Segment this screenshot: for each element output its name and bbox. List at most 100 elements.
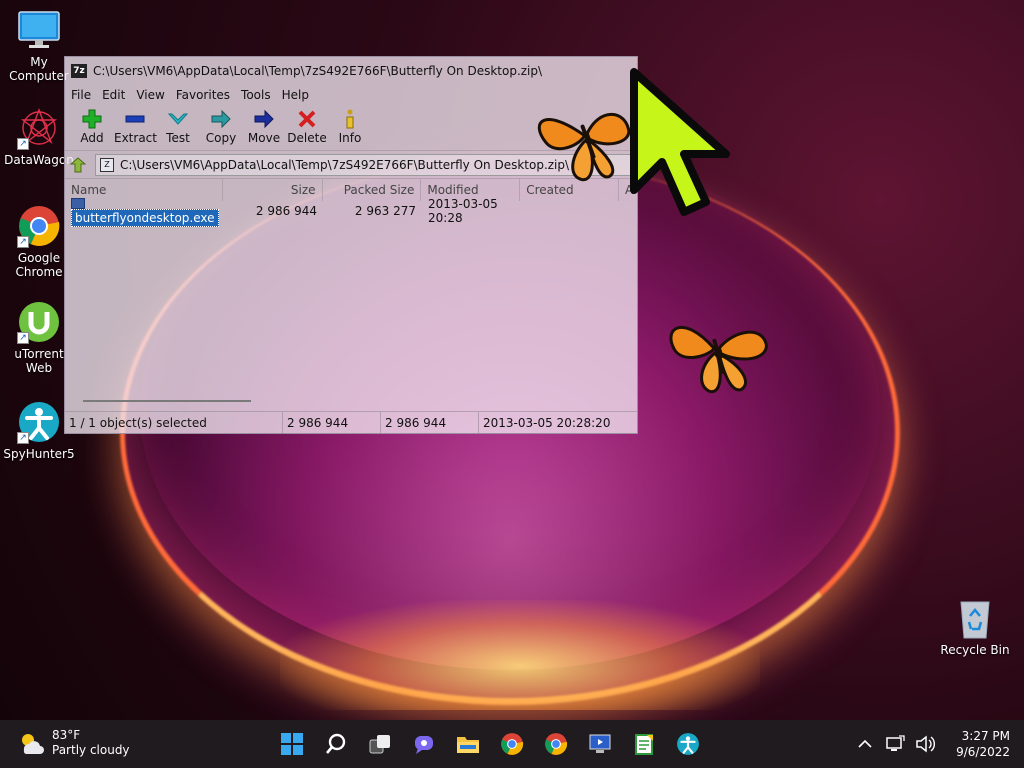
exe-file-icon bbox=[71, 198, 85, 209]
taskbar-apps bbox=[276, 728, 716, 760]
add-label: Add bbox=[80, 131, 104, 145]
menu-file[interactable]: File bbox=[67, 88, 98, 102]
notepad-icon bbox=[635, 734, 653, 755]
monitor-icon bbox=[17, 8, 61, 52]
file-modified: 2013-03-05 20:28 bbox=[428, 197, 498, 225]
clock-time: 3:27 PM bbox=[961, 729, 1010, 743]
shortcut-arrow-icon: ↗ bbox=[17, 332, 29, 344]
start-button[interactable] bbox=[276, 728, 308, 760]
desktop-icon-recycle-bin[interactable]: Recycle Bin bbox=[936, 596, 1014, 657]
info-icon bbox=[329, 107, 371, 131]
clock[interactable]: 3:27 PM 9/6/2022 bbox=[956, 728, 1010, 760]
task-view-icon bbox=[369, 735, 390, 754]
add-button[interactable]: Add bbox=[71, 107, 113, 145]
network-button[interactable] bbox=[884, 733, 906, 755]
status-selection: 1 / 1 object(s) selected bbox=[65, 411, 283, 434]
chrome-taskbar-button[interactable] bbox=[496, 728, 528, 760]
file-row[interactable]: butterflyondesktop.exe 2 986 944 2 963 2… bbox=[65, 197, 637, 227]
info-button[interactable]: Info bbox=[329, 107, 371, 145]
file-size: 2 986 944 bbox=[255, 204, 317, 218]
horizontal-scrollbar[interactable] bbox=[83, 400, 251, 402]
taskbar: 83°F Partly cloudy 3:27 PM 9/6/2022 bbox=[0, 720, 1024, 768]
menu-help[interactable]: Help bbox=[278, 88, 316, 102]
folder-up-icon[interactable] bbox=[69, 156, 87, 174]
move-button[interactable]: Move bbox=[243, 107, 285, 145]
delete-button[interactable]: Delete bbox=[286, 107, 328, 145]
status-modified: 2013-03-05 20:28:20 bbox=[483, 415, 611, 430]
desktop-icon-label: Recycle Bin bbox=[940, 643, 1010, 657]
copy-arrow-icon bbox=[200, 107, 242, 131]
move-label: Move bbox=[247, 131, 281, 145]
chrome-taskbar-button-2[interactable] bbox=[540, 728, 572, 760]
test-label: Test bbox=[166, 131, 190, 145]
folder-icon bbox=[457, 737, 479, 753]
datawagon-icon: ↗ bbox=[17, 106, 61, 150]
remote-desktop-icon bbox=[589, 734, 611, 753]
status-bar: 1 / 1 object(s) selected 2 986 944 2 986… bbox=[65, 411, 637, 434]
show-hidden-icons-button[interactable] bbox=[854, 733, 876, 755]
chat-icon bbox=[415, 736, 433, 754]
butterfly-image bbox=[537, 113, 631, 182]
utorrent-icon: ↗ bbox=[17, 300, 61, 344]
extract-button[interactable]: Extract bbox=[114, 107, 157, 145]
menu-tools[interactable]: Tools bbox=[237, 88, 278, 102]
chevron-up-icon bbox=[858, 739, 872, 748]
chrome-icon: ↗ bbox=[17, 204, 61, 248]
column-size[interactable]: Size bbox=[223, 179, 323, 201]
windows-logo-icon bbox=[281, 733, 303, 755]
task-view-button[interactable] bbox=[364, 728, 396, 760]
move-arrow-icon bbox=[243, 107, 285, 131]
system-tray: 3:27 PM 9/6/2022 bbox=[850, 720, 1024, 768]
7zip-icon: 7z bbox=[71, 64, 87, 78]
column-packed-size[interactable]: Packed Size bbox=[323, 179, 422, 201]
zip-file-icon: Z bbox=[100, 157, 114, 172]
shortcut-arrow-icon: ↗ bbox=[17, 432, 29, 444]
delete-label: Delete bbox=[287, 131, 327, 145]
recycle-bin-icon bbox=[953, 596, 997, 640]
test-button[interactable]: Test bbox=[157, 107, 199, 145]
menu-favorites[interactable]: Favorites bbox=[172, 88, 237, 102]
clock-date: 9/6/2022 bbox=[956, 745, 1010, 759]
chat-button[interactable] bbox=[408, 728, 440, 760]
checkmark-icon bbox=[157, 107, 199, 131]
menu-edit[interactable]: Edit bbox=[98, 88, 132, 102]
chrome-icon bbox=[501, 733, 524, 755]
search-icon bbox=[326, 733, 346, 754]
status-size: 2 986 944 bbox=[283, 411, 381, 434]
weather-widget[interactable]: 83°F Partly cloudy bbox=[18, 728, 130, 758]
file-packed-size: 2 963 277 bbox=[354, 204, 416, 218]
network-icon bbox=[886, 735, 905, 751]
copy-label: Copy bbox=[205, 131, 237, 145]
extract-label: Extract bbox=[114, 131, 157, 145]
spyhunter-icon: ↗ bbox=[17, 400, 61, 444]
file-name-cell: butterflyondesktop.exe bbox=[65, 197, 223, 227]
file-name: butterflyondesktop.exe bbox=[71, 209, 219, 227]
butterfly-image bbox=[669, 325, 768, 394]
minus-icon bbox=[114, 107, 156, 131]
window-title: C:\Users\VM6\AppData\Local\Temp\7zS492E7… bbox=[93, 64, 543, 78]
remote-desktop-button[interactable] bbox=[584, 728, 616, 760]
plus-icon bbox=[71, 107, 113, 131]
spyhunter-icon bbox=[677, 733, 699, 755]
weather-desc: Partly cloudy bbox=[52, 743, 130, 757]
speaker-icon bbox=[916, 735, 936, 753]
info-label: Info bbox=[338, 131, 362, 145]
address-path: C:\Users\VM6\AppData\Local\Temp\7zS492E7… bbox=[120, 157, 570, 172]
delete-x-icon bbox=[286, 107, 328, 131]
mouse-cursor-icon bbox=[630, 68, 730, 216]
menu-view[interactable]: View bbox=[132, 88, 171, 102]
shortcut-arrow-icon: ↗ bbox=[17, 138, 29, 150]
weather-temp: 83°F bbox=[52, 728, 81, 742]
spyhunter-taskbar-button[interactable] bbox=[672, 728, 704, 760]
shortcut-arrow-icon: ↗ bbox=[17, 236, 29, 248]
notepad-app-button[interactable] bbox=[628, 728, 660, 760]
search-button[interactable] bbox=[320, 728, 352, 760]
copy-button[interactable]: Copy bbox=[200, 107, 242, 145]
window-titlebar[interactable]: 7z C:\Users\VM6\AppData\Local\Temp\7zS49… bbox=[65, 57, 637, 85]
volume-button[interactable] bbox=[914, 733, 936, 755]
wallpaper-bottom-glow bbox=[280, 600, 760, 710]
chrome-icon bbox=[545, 733, 568, 755]
file-explorer-button[interactable] bbox=[452, 728, 484, 760]
partly-cloudy-icon bbox=[22, 734, 44, 754]
desktop-icon-label: SpyHunter5 bbox=[3, 447, 75, 461]
